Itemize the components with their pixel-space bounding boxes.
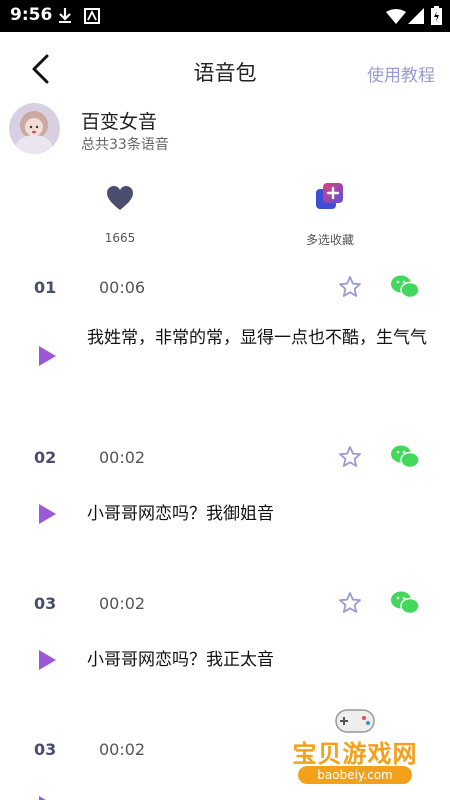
item-text: 小哥哥网恋吗？我御姐音 [87, 504, 274, 524]
play-icon[interactable] [37, 345, 57, 367]
list-item: 02 00:02 小哥哥网恋吗？我御姐音 [0, 440, 450, 550]
heart-icon [107, 186, 133, 210]
battery-icon [431, 6, 442, 25]
watermark-text: 宝贝游戏网 [292, 740, 418, 768]
voice-count: 总共33条语音 [81, 137, 169, 153]
item-text: 小哥哥网恋吗？我正太音 [87, 650, 274, 670]
wechat-share-icon[interactable] [390, 590, 420, 616]
download-icon [59, 8, 71, 23]
like-button[interactable]: 1665 [60, 180, 180, 250]
item-duration: 00:02 [99, 448, 146, 467]
item-number: 03 [34, 740, 57, 759]
list-item: 03 00:02 小哥哥网恋吗？我正太音 [0, 586, 450, 696]
wechat-share-icon[interactable] [390, 444, 420, 470]
item-duration: 00:02 [99, 594, 146, 613]
watermark-url: baobeiy.com [298, 766, 412, 784]
star-icon[interactable] [338, 275, 362, 299]
watermark-logo: 宝贝游戏网 baobeiy.com [280, 704, 430, 794]
voice-pack-name: 百变女音 [81, 111, 158, 133]
tutorial-link[interactable]: 使用教程 [367, 61, 435, 86]
like-count: 1665 [104, 231, 136, 245]
item-duration: 00:06 [99, 278, 146, 297]
play-icon[interactable] [37, 503, 57, 525]
item-number: 01 [34, 278, 57, 297]
list-item: 01 00:06 我姓常，非常的常，显得一点也不酷，生气气 [0, 270, 450, 410]
item-number: 02 [34, 448, 57, 467]
item-text: 我姓常，非常的常，显得一点也不酷，生气气 [87, 328, 427, 348]
status-time: 9:56 [10, 5, 53, 25]
play-icon[interactable] [37, 649, 57, 671]
app-notification-icon [84, 8, 100, 24]
status-bar: 9:56 [0, 0, 450, 32]
play-icon[interactable] [37, 795, 57, 800]
multi-collect-icon [316, 183, 343, 209]
star-icon[interactable] [338, 445, 362, 469]
item-number: 03 [34, 594, 57, 613]
multi-collect-button[interactable]: 多选收藏 [270, 180, 390, 250]
wechat-share-icon[interactable] [390, 274, 420, 300]
app-bar: 语音包 使用教程 [0, 32, 450, 106]
star-icon[interactable] [338, 591, 362, 615]
gamepad-icon [335, 709, 375, 733]
multi-collect-label: 多选收藏 [305, 233, 354, 247]
voice-pack-profile: 百变女音 总共33条语音 [0, 100, 450, 160]
avatar [9, 103, 60, 154]
wifi-icon [386, 9, 406, 24]
signal-icon [408, 8, 424, 24]
item-duration: 00:02 [99, 740, 146, 759]
